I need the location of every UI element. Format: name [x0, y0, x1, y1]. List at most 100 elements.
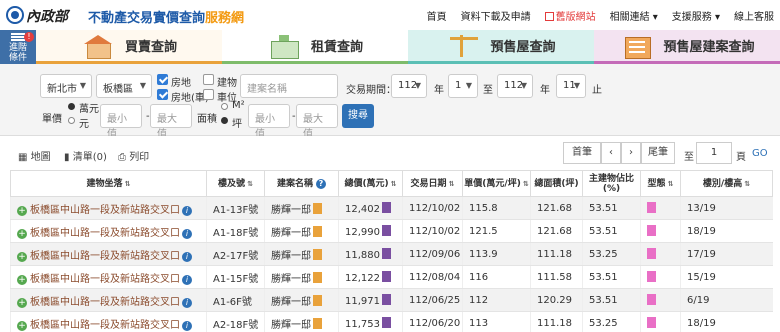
- page-number-input[interactable]: 1: [696, 142, 732, 164]
- price-min-input[interactable]: 最小值: [100, 104, 142, 140]
- col-ratio[interactable]: 主建物佔比(%): [582, 170, 641, 197]
- type-building-checkbox[interactable]: [203, 74, 214, 85]
- project-tag-icon[interactable]: [313, 248, 322, 260]
- detail-tag-icon[interactable]: [382, 247, 391, 259]
- type-tag-icon[interactable]: [647, 293, 656, 305]
- table-row[interactable]: + 板橋區中山路一段及新站路交叉口 i A1-6F號 勝輝一邸 11,971 112/06/…: [10, 288, 773, 312]
- advanced-filter-toggle[interactable]: 進階 條件 !: [0, 30, 36, 64]
- type-tag-icon[interactable]: [647, 201, 656, 213]
- detail-tag-icon[interactable]: [382, 224, 391, 236]
- ministry-logo-icon[interactable]: [6, 6, 24, 24]
- add-to-list-icon[interactable]: +: [17, 274, 27, 285]
- area-min-input[interactable]: 最小值: [248, 104, 290, 140]
- start-year-select[interactable]: 112 ▼: [391, 74, 427, 98]
- cell-address[interactable]: + 板橋區中山路一段及新站路交叉口 i: [10, 288, 207, 312]
- map-view-button[interactable]: ▦ 地圖: [18, 148, 51, 163]
- help-icon[interactable]: ?: [316, 178, 326, 189]
- address-text[interactable]: 板橋區中山路一段及新站路交叉口: [30, 251, 180, 262]
- nav-download[interactable]: 資料下載及申請: [461, 8, 531, 23]
- add-to-list-icon[interactable]: +: [17, 228, 27, 239]
- table-row[interactable]: + 板橋區中山路一段及新站路交叉口 i A2-17F號 勝輝一邸 11,880 112/09…: [10, 242, 773, 266]
- print-button[interactable]: ⎙ 列印: [118, 148, 149, 163]
- col-area[interactable]: 總面積(坪): [530, 170, 583, 197]
- end-year-select[interactable]: 112 ▼: [497, 74, 533, 98]
- area-unit-ping-radio[interactable]: [221, 117, 228, 124]
- type-house-land-parking-checkbox[interactable]: [157, 89, 168, 100]
- price-max-input[interactable]: 最大值: [150, 104, 192, 140]
- cell-address[interactable]: + 板橋區中山路一段及新站路交叉口 i: [10, 311, 207, 332]
- table-row[interactable]: + 板橋區中山路一段及新站路交叉口 i A1-13F號 勝輝一邸 12,402 112/10…: [10, 196, 773, 220]
- add-to-list-icon[interactable]: +: [17, 320, 27, 331]
- go-button[interactable]: GO: [752, 148, 768, 159]
- info-icon[interactable]: i: [182, 205, 192, 216]
- first-page-button[interactable]: 首筆: [563, 142, 601, 164]
- col-project[interactable]: 建案名稱?: [264, 170, 339, 197]
- table-row[interactable]: + 板橋區中山路一段及新站路交叉口 i A1-15F號 勝輝一邸 12,122 112/08…: [10, 265, 773, 289]
- address-text[interactable]: 板橋區中山路一段及新站路交叉口: [30, 228, 180, 239]
- detail-tag-icon[interactable]: [382, 293, 391, 305]
- price-unit-wan-radio[interactable]: [68, 103, 75, 110]
- type-house-land-checkbox[interactable]: [157, 74, 168, 85]
- ministry-name[interactable]: 內政部: [26, 6, 68, 26]
- detail-tag-icon[interactable]: [382, 201, 391, 213]
- tab-presale-project[interactable]: 預售屋建案查詢: [594, 30, 780, 64]
- district-select[interactable]: 板橋區 ▼: [96, 74, 152, 98]
- table-row[interactable]: + 板橋區中山路一段及新站路交叉口 i A1-18F號 勝輝一邸 12,990 112/10…: [10, 219, 773, 243]
- add-to-list-icon[interactable]: +: [17, 251, 27, 262]
- address-text[interactable]: 板橋區中山路一段及新站路交叉口: [30, 274, 180, 285]
- type-tag-icon[interactable]: [647, 224, 656, 236]
- tab-presale[interactable]: 預售屋查詢: [408, 30, 594, 64]
- col-address[interactable]: 建物坐落 ⇅: [10, 170, 207, 197]
- area-max-input[interactable]: 最大值: [296, 104, 338, 140]
- nav-online-service[interactable]: 線上客服: [734, 8, 774, 23]
- cell-address[interactable]: + 板橋區中山路一段及新站路交叉口 i: [10, 219, 207, 243]
- start-month-select[interactable]: 1 ▼: [448, 74, 478, 98]
- nav-related-links[interactable]: 相關連結 ▾: [610, 8, 658, 23]
- add-to-list-icon[interactable]: +: [17, 205, 27, 216]
- project-tag-icon[interactable]: [313, 317, 322, 329]
- city-select[interactable]: 新北市 ▼: [40, 74, 92, 98]
- site-title[interactable]: 不動產交易實價查詢服務網: [88, 7, 244, 26]
- table-row[interactable]: + 板橋區中山路一段及新站路交叉口 i A2-18F號 勝輝一邸 11,753 112/06…: [10, 311, 773, 332]
- col-unit[interactable]: 樓及號 ⇅: [206, 170, 265, 197]
- info-icon[interactable]: i: [182, 274, 192, 285]
- detail-tag-icon[interactable]: [382, 270, 391, 282]
- search-button[interactable]: 搜尋: [342, 104, 374, 128]
- col-total[interactable]: 總價(萬元) ⇅: [338, 170, 403, 197]
- next-page-button[interactable]: ›: [621, 142, 641, 164]
- info-icon[interactable]: i: [182, 320, 192, 331]
- address-text[interactable]: 板橋區中山路一段及新站路交叉口: [30, 320, 180, 331]
- cell-address[interactable]: + 板橋區中山路一段及新站路交叉口 i: [10, 196, 207, 220]
- info-icon[interactable]: i: [182, 251, 192, 262]
- address-text[interactable]: 板橋區中山路一段及新站路交叉口: [30, 205, 180, 216]
- type-tag-icon[interactable]: [647, 316, 656, 328]
- project-tag-icon[interactable]: [313, 294, 322, 306]
- tab-rent[interactable]: 租賃查詢: [222, 30, 408, 64]
- type-parking-checkbox[interactable]: [203, 89, 214, 100]
- area-unit-m2-radio[interactable]: [221, 103, 228, 110]
- col-floor[interactable]: 樓別/樓高 ⇅: [680, 170, 773, 197]
- nav-old-site[interactable]: 舊版網站: [544, 8, 596, 23]
- nav-support[interactable]: 支援服務 ▾: [672, 8, 720, 23]
- last-page-button[interactable]: 尾筆: [641, 142, 675, 164]
- info-icon[interactable]: i: [182, 228, 192, 239]
- project-name-input[interactable]: 建案名稱: [240, 74, 338, 98]
- cell-address[interactable]: + 板橋區中山路一段及新站路交叉口 i: [10, 265, 207, 289]
- detail-tag-icon[interactable]: [382, 316, 391, 328]
- type-tag-icon[interactable]: [647, 247, 656, 259]
- col-unit-price[interactable]: 單價(萬元/坪) ⇅: [462, 170, 531, 197]
- project-tag-icon[interactable]: [313, 225, 322, 237]
- project-tag-icon[interactable]: [313, 271, 322, 283]
- col-date[interactable]: 交易日期 ⇅: [402, 170, 463, 197]
- prev-page-button[interactable]: ‹: [601, 142, 621, 164]
- project-tag-icon[interactable]: [313, 202, 322, 214]
- add-to-list-icon[interactable]: +: [17, 297, 27, 308]
- price-unit-yuan-radio[interactable]: [68, 117, 75, 124]
- tab-sale[interactable]: 買賣查詢: [36, 30, 222, 64]
- nav-home[interactable]: 首頁: [427, 8, 447, 23]
- cell-address[interactable]: + 板橋區中山路一段及新站路交叉口 i: [10, 242, 207, 266]
- type-tag-icon[interactable]: [647, 270, 656, 282]
- end-month-select[interactable]: 11 ▼: [556, 74, 586, 98]
- info-icon[interactable]: i: [182, 297, 192, 308]
- list-button[interactable]: ▮ 清單(0): [64, 148, 107, 163]
